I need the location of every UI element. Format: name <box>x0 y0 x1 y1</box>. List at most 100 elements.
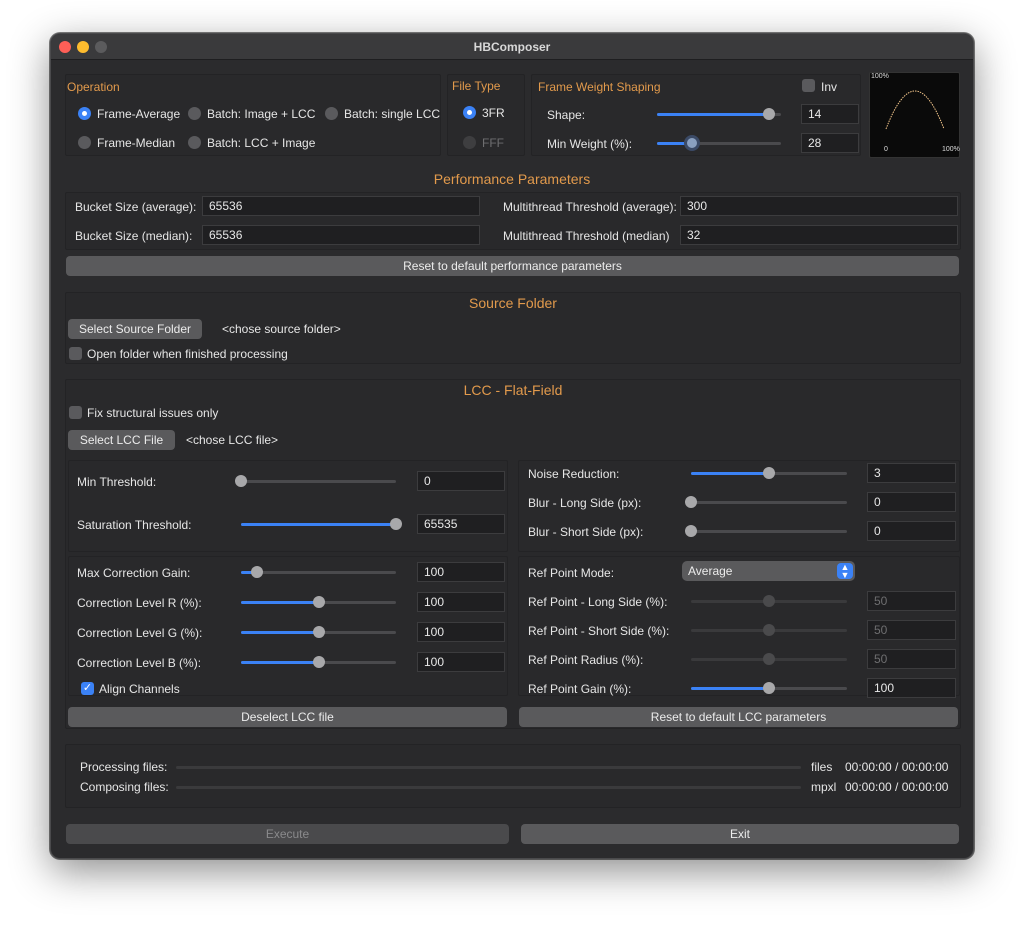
level-g-field[interactable]: 100 <box>417 622 505 642</box>
radio-batch-image-lcc[interactable] <box>188 107 201 120</box>
align-channels-checkbox[interactable]: ✓ <box>81 682 94 695</box>
level-b-field[interactable]: 100 <box>417 652 505 672</box>
shape-field[interactable]: 14 <box>801 104 859 124</box>
exit-button[interactable]: Exit <box>521 824 959 844</box>
select-lcc-file-button[interactable]: Select LCC File <box>68 430 175 450</box>
radio-batch-single-lcc[interactable] <box>325 107 338 120</box>
ref-short-field[interactable]: 50 <box>867 620 956 640</box>
operation-title: Operation <box>67 80 120 94</box>
level-r-field[interactable]: 100 <box>417 592 505 612</box>
min-threshold-label: Min Threshold: <box>77 475 157 489</box>
deselect-lcc-button[interactable]: Deselect LCC file <box>68 707 507 727</box>
open-folder-checkbox[interactable] <box>69 347 82 360</box>
min-weight-field[interactable]: 28 <box>801 133 859 153</box>
reset-lcc-button[interactable]: Reset to default LCC parameters <box>519 707 958 727</box>
radio-batch-lcc-image[interactable] <box>188 136 201 149</box>
radio-fff[interactable] <box>463 136 476 149</box>
reset-performance-button[interactable]: Reset to default performance parameters <box>66 256 959 276</box>
frame-weight-title: Frame Weight Shaping <box>538 80 661 94</box>
ref-short-label: Ref Point - Short Side (%): <box>528 624 670 638</box>
blur-long-slider[interactable] <box>685 495 847 509</box>
file-type-title: File Type <box>452 79 501 93</box>
fix-structural-checkbox[interactable] <box>69 406 82 419</box>
preview-x-right-label: 100% <box>942 146 960 153</box>
frame-weight-group: Frame Weight Shaping Inv Shape: 14 Min W… <box>531 74 861 156</box>
blur-short-slider[interactable] <box>685 524 847 538</box>
min-threshold-field[interactable]: 0 <box>417 471 505 491</box>
saturation-label: Saturation Threshold: <box>77 518 192 532</box>
saturation-field[interactable]: 65535 <box>417 514 505 534</box>
preview-x-left-label: 0 <box>884 146 888 153</box>
noise-blur-group: Noise Reduction: 3 Blur - Long Side (px)… <box>518 460 960 552</box>
progress-group: Processing files: files 00:00:00 / 00:00… <box>65 744 961 808</box>
source-group: Source Folder Select Source Folder <chos… <box>65 292 961 364</box>
ref-short-slider[interactable] <box>691 623 847 637</box>
ref-radius-slider-knob[interactable] <box>763 653 775 665</box>
shape-slider[interactable] <box>657 107 781 121</box>
radio-3fr[interactable] <box>463 106 476 119</box>
ref-radius-field[interactable]: 50 <box>867 649 956 669</box>
mt-med-field[interactable]: 32 <box>680 225 958 245</box>
blur-short-slider-knob[interactable] <box>685 525 697 537</box>
performance-group: Bucket Size (average): 65536 Bucket Size… <box>65 192 961 250</box>
mt-med-label: Multithread Threshold (median) <box>503 229 670 243</box>
radio-frame-average[interactable] <box>78 107 91 120</box>
level-b-slider[interactable] <box>241 655 396 669</box>
min-weight-label: Min Weight (%): <box>547 137 633 151</box>
radio-fff-label: FFF <box>482 136 504 150</box>
blur-long-field[interactable]: 0 <box>867 492 956 512</box>
min-threshold-slider-knob[interactable] <box>235 475 247 487</box>
min-weight-slider[interactable] <box>657 135 781 151</box>
max-gain-slider-knob[interactable] <box>250 566 263 578</box>
ref-mode-label: Ref Point Mode: <box>528 566 615 580</box>
ref-mode-select[interactable]: Average ▲ ▼ <box>682 561 855 581</box>
noise-slider-knob[interactable] <box>763 467 775 479</box>
select-source-folder-button[interactable]: Select Source Folder <box>68 319 202 339</box>
ref-radius-slider[interactable] <box>691 652 847 666</box>
ref-long-field[interactable]: 50 <box>867 591 956 611</box>
noise-slider[interactable] <box>691 466 847 480</box>
threshold-group: Min Threshold: 0 Saturation Threshold: 6… <box>68 460 508 552</box>
saturation-slider[interactable] <box>241 517 402 531</box>
radio-frame-median[interactable] <box>78 136 91 149</box>
app-window: HBComposer Operation Frame-Average Batch… <box>50 33 974 859</box>
ref-long-slider[interactable] <box>691 594 847 608</box>
align-channels-label: Align Channels <box>99 682 180 696</box>
level-g-slider-knob[interactable] <box>312 626 325 638</box>
ref-long-slider-knob[interactable] <box>763 595 775 607</box>
ref-short-slider-knob[interactable] <box>763 624 775 636</box>
ref-point-group: Ref Point Mode: Average ▲ ▼ Ref Point - L… <box>518 556 960 698</box>
mt-avg-label: Multithread Threshold (average): <box>503 200 677 214</box>
level-g-label: Correction Level G (%): <box>77 626 203 640</box>
noise-field[interactable]: 3 <box>867 463 956 483</box>
level-g-slider[interactable] <box>241 625 396 639</box>
level-r-slider-knob[interactable] <box>312 596 325 608</box>
level-r-label: Correction Level R (%): <box>77 596 202 610</box>
bucket-avg-field[interactable]: 65536 <box>202 196 480 216</box>
blur-short-field[interactable]: 0 <box>867 521 956 541</box>
execute-button[interactable]: Execute <box>66 824 509 844</box>
radio-batch-lcc-image-label: Batch: LCC + Image <box>207 136 316 150</box>
weight-curve-line <box>885 90 945 130</box>
chevron-up-down-icon: ▲ ▼ <box>837 563 853 580</box>
min-weight-slider-knob[interactable] <box>683 135 700 151</box>
max-gain-field[interactable]: 100 <box>417 562 505 582</box>
level-b-slider-knob[interactable] <box>312 656 325 668</box>
shape-slider-knob[interactable] <box>762 108 775 120</box>
fix-structural-label: Fix structural issues only <box>87 406 219 420</box>
ref-gain-slider[interactable] <box>691 681 847 695</box>
inv-checkbox[interactable] <box>802 79 815 92</box>
radio-frame-average-label: Frame-Average <box>97 107 181 121</box>
radio-3fr-label: 3FR <box>482 106 505 120</box>
file-type-group: File Type 3FR FFF <box>447 74 525 156</box>
min-threshold-slider[interactable] <box>235 474 396 488</box>
mt-avg-field[interactable]: 300 <box>680 196 958 216</box>
blur-long-slider-knob[interactable] <box>685 496 697 508</box>
ref-gain-field[interactable]: 100 <box>867 678 956 698</box>
saturation-slider-knob[interactable] <box>390 518 402 530</box>
max-gain-slider[interactable] <box>241 565 396 579</box>
bucket-med-label: Bucket Size (median): <box>75 229 193 243</box>
level-r-slider[interactable] <box>241 595 396 609</box>
bucket-med-field[interactable]: 65536 <box>202 225 480 245</box>
ref-gain-slider-knob[interactable] <box>763 682 775 694</box>
